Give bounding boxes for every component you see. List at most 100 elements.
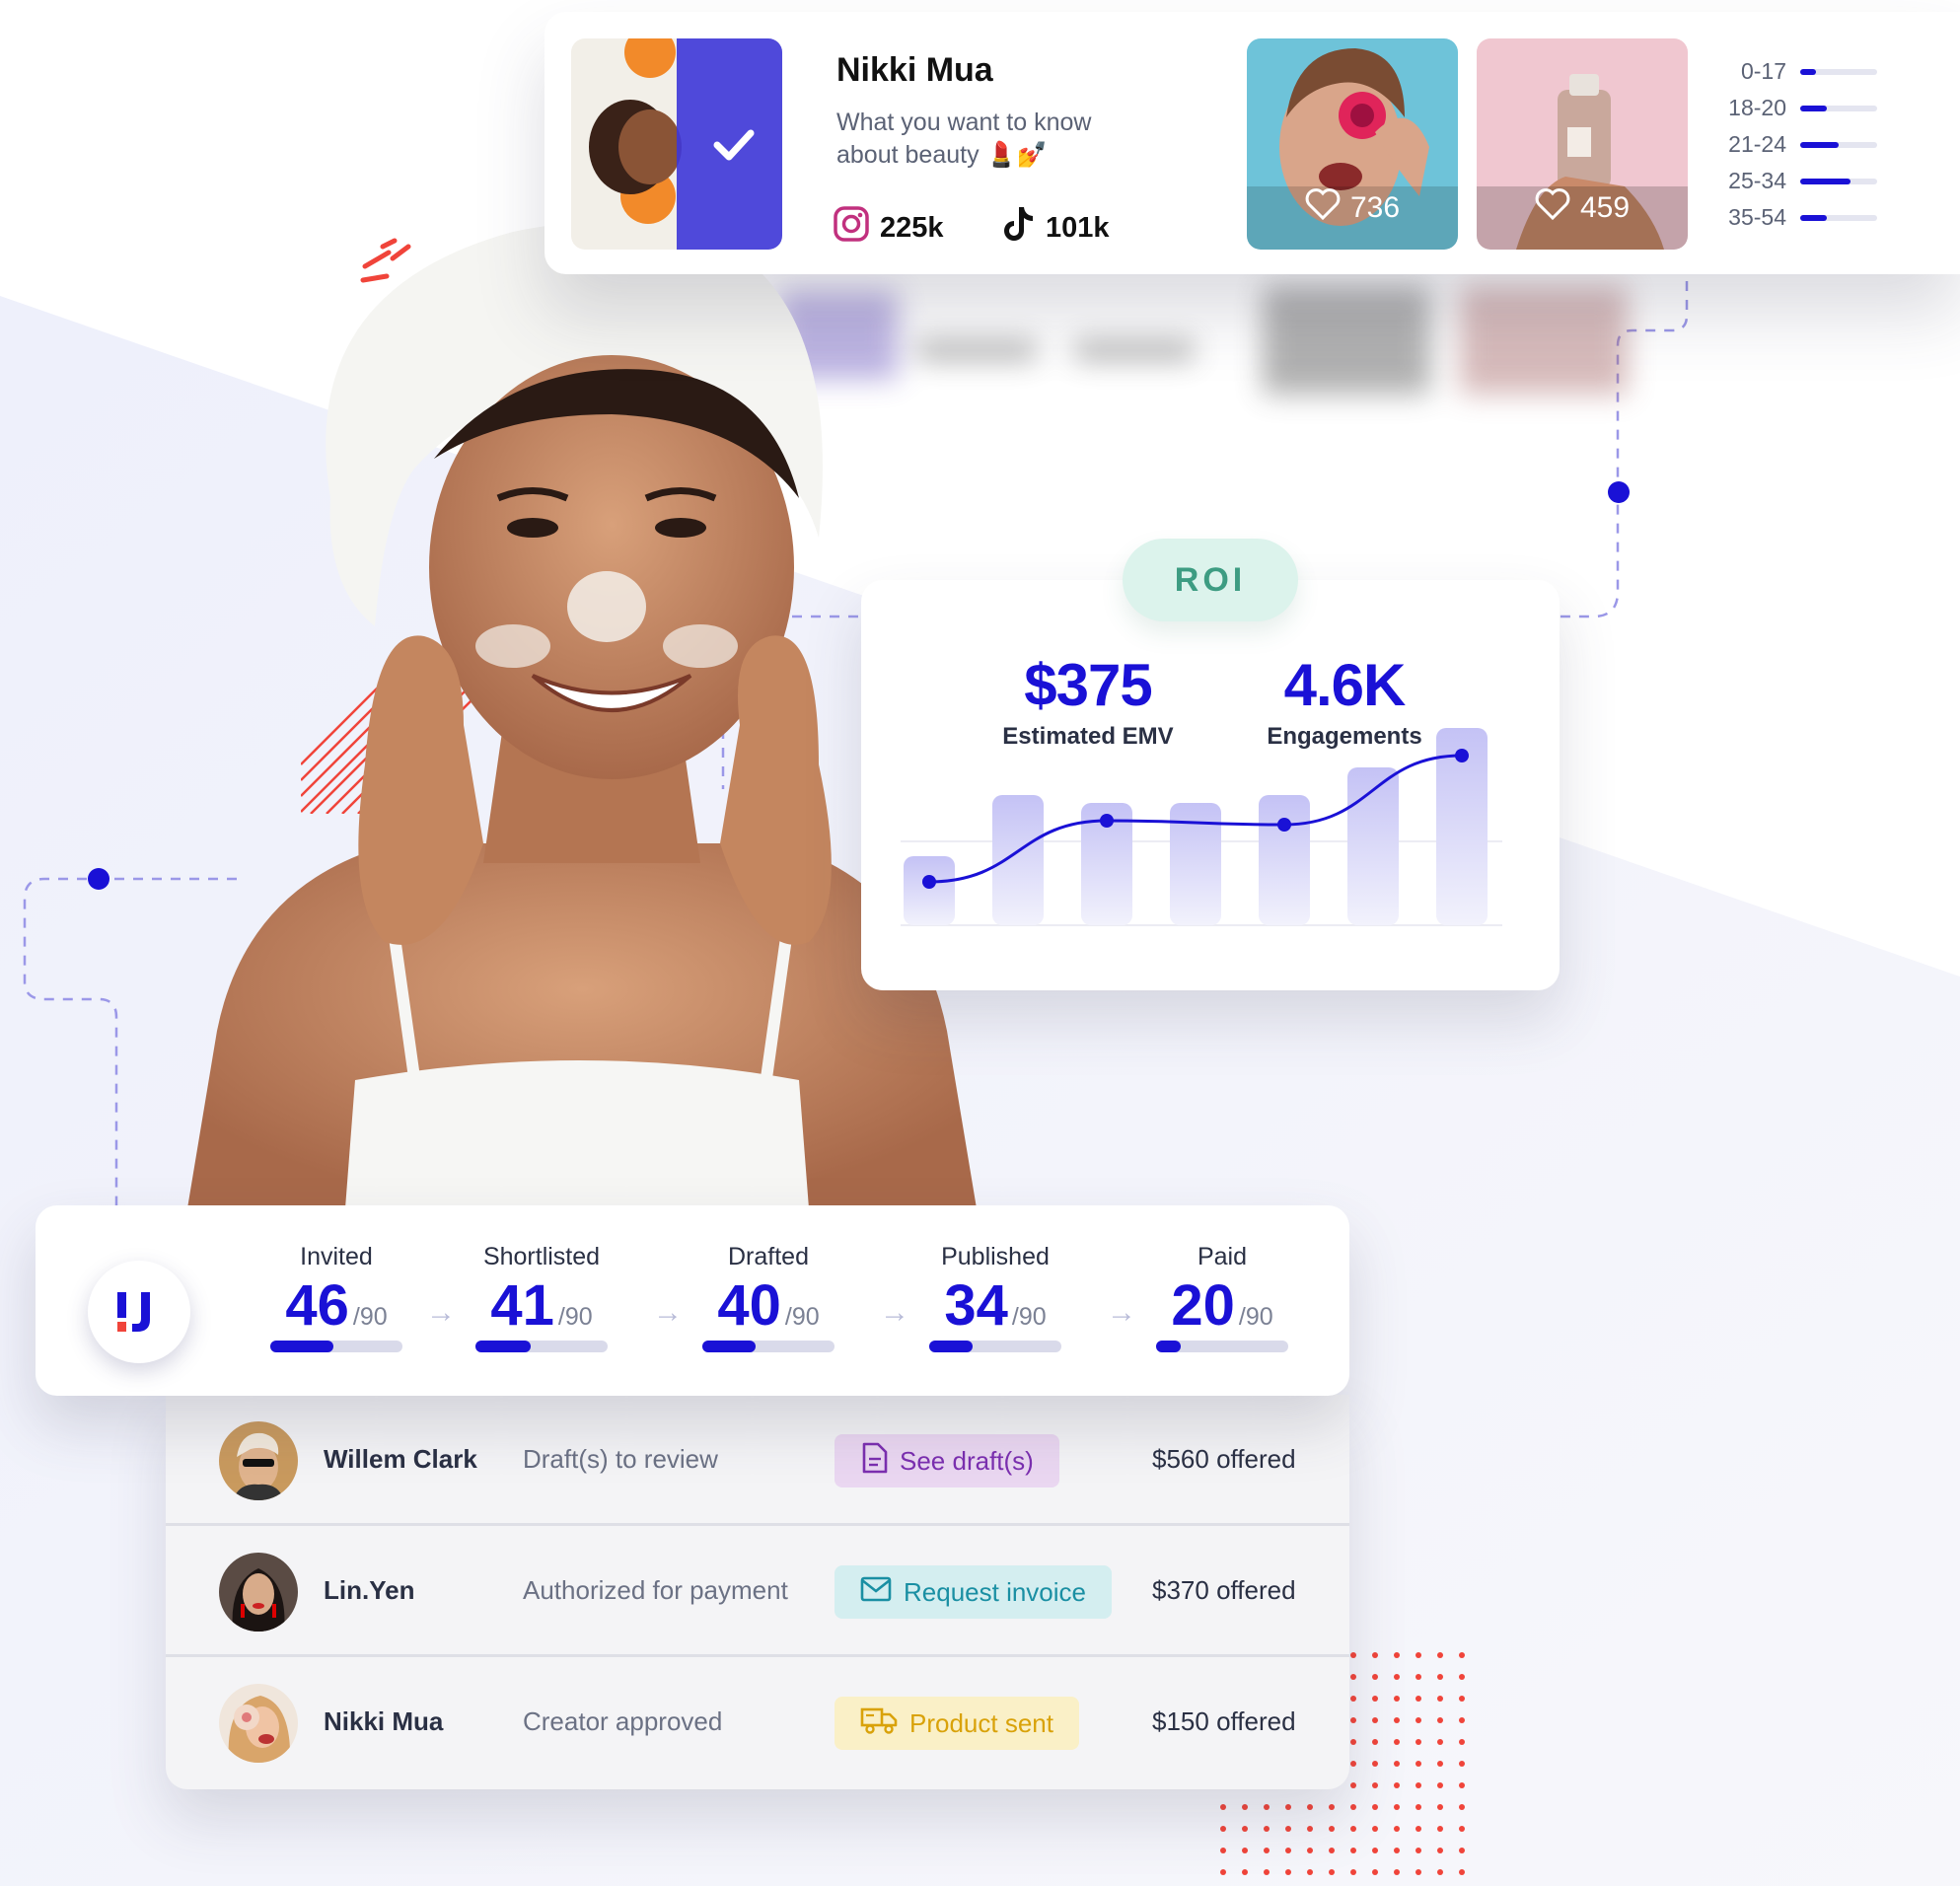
creator-status: Creator approved <box>523 1706 723 1736</box>
offer-amount: $560 offered <box>1152 1444 1296 1474</box>
age-group-bar <box>1800 105 1877 111</box>
arrow-right-icon: → <box>426 1296 456 1329</box>
age-group-row: 25-34 <box>1723 163 1877 199</box>
product-sent-button[interactable]: Product sent <box>835 1697 1079 1750</box>
age-group-label: 0-17 <box>1740 58 1786 84</box>
stage-shortlisted[interactable]: Shortlisted 41/90 <box>474 1243 609 1352</box>
mail-icon <box>860 1576 892 1609</box>
age-group-label: 35-54 <box>1728 204 1786 230</box>
heart-icon <box>1535 188 1570 228</box>
stage-count: 34 <box>944 1273 1008 1338</box>
brand-logo <box>88 1261 190 1363</box>
profile-bio: What you want to know about beauty 💄💅 <box>836 109 1092 169</box>
stage-total: /90 <box>352 1303 388 1331</box>
age-group-label: 21-24 <box>1728 131 1786 157</box>
creators-table: Willem Clark Draft(s) to review See draf… <box>166 1395 1349 1789</box>
stage-total: /90 <box>784 1303 820 1331</box>
instagram-stat[interactable]: 225k <box>833 205 944 251</box>
instagram-icon <box>833 205 870 251</box>
stage-paid[interactable]: Paid 20/90 <box>1155 1243 1289 1352</box>
stage-count: 41 <box>490 1273 554 1338</box>
roi-card[interactable]: $375 Estimated EMV 4.6K Engagements <box>861 580 1560 990</box>
offer-amount: $370 offered <box>1152 1575 1296 1605</box>
document-icon <box>860 1442 888 1481</box>
post-likes: 736 <box>1247 188 1458 228</box>
emv-value: $375 <box>1024 652 1152 718</box>
roi-point <box>1100 814 1114 828</box>
tiktok-stat[interactable]: 101k <box>1002 205 1110 251</box>
roi-bar <box>1259 795 1310 925</box>
profile-name: Nikki Mua <box>836 51 993 89</box>
stage-count: 20 <box>1171 1273 1235 1338</box>
age-group-bar <box>1800 178 1877 184</box>
arrow-right-icon: → <box>1107 1296 1136 1329</box>
logo-icon <box>117 1292 150 1332</box>
stage-count: 40 <box>717 1273 781 1338</box>
creator-name[interactable]: Nikki Mua <box>324 1706 443 1737</box>
stage-progress-bar <box>1156 1341 1288 1352</box>
offer-amount: $150 offered <box>1152 1706 1296 1736</box>
arrow-right-icon: → <box>653 1296 683 1329</box>
see-drafts-button[interactable]: See draft(s) <box>835 1434 1059 1487</box>
creator-name[interactable]: Lin.Yen <box>324 1575 414 1606</box>
stage-total: /90 <box>1238 1303 1273 1331</box>
stage-published[interactable]: Published 34/90 <box>928 1243 1062 1352</box>
stage-label: Shortlisted <box>482 1243 601 1270</box>
stage-label: Drafted <box>728 1243 809 1270</box>
stage-label: Published <box>941 1243 1050 1270</box>
creator-status: Draft(s) to review <box>523 1444 718 1474</box>
avatar <box>219 1684 298 1763</box>
table-row[interactable]: Nikki Mua Creator approved Product sent … <box>166 1657 1349 1788</box>
roi-badge: ROI <box>1123 539 1298 621</box>
tiktok-icon <box>1002 205 1036 251</box>
roi-point <box>1455 749 1469 762</box>
creator-status: Authorized for payment <box>523 1575 788 1605</box>
profile-avatar[interactable] <box>571 38 782 250</box>
age-group-bar <box>1800 68 1877 75</box>
heart-icon <box>1305 188 1341 228</box>
stage-progress-bar <box>702 1341 835 1352</box>
stage-drafted[interactable]: Drafted 40/90 <box>701 1243 835 1352</box>
table-row[interactable]: Willem Clark Draft(s) to review See draf… <box>166 1395 1349 1526</box>
influencer-profile-card[interactable]: Nikki Mua What you want to know about be… <box>544 12 1960 274</box>
age-group-row: 35-54 <box>1723 199 1877 236</box>
stage-total: /90 <box>1011 1303 1047 1331</box>
roi-bar-chart <box>901 728 1502 926</box>
roi-bar <box>904 856 955 925</box>
tiktok-followers: 101k <box>1046 211 1110 244</box>
age-group-row: 18-20 <box>1723 90 1877 126</box>
avatar <box>219 1553 298 1632</box>
stage-label: Invited <box>300 1243 373 1270</box>
roi-point <box>1277 818 1291 832</box>
request-invoice-button[interactable]: Request invoice <box>835 1565 1112 1619</box>
stage-invited[interactable]: Invited 46/90 <box>269 1243 403 1352</box>
avatar <box>219 1421 298 1500</box>
action-label: Product sent <box>909 1707 1053 1738</box>
age-group-bar <box>1800 214 1877 221</box>
stage-progress-bar <box>929 1341 1061 1352</box>
campaign-pipeline-card[interactable]: Invited 46/90 → Shortlisted 41/90 → Draf… <box>36 1205 1349 1396</box>
age-group-label: 18-20 <box>1728 95 1786 120</box>
stage-count: 46 <box>285 1273 349 1338</box>
action-label: Request invoice <box>904 1576 1086 1607</box>
age-group-row: 0-17 <box>1723 53 1877 90</box>
roi-point <box>922 875 936 889</box>
truck-icon <box>860 1705 898 1742</box>
arrow-right-icon: → <box>880 1296 909 1329</box>
stage-label: Paid <box>1197 1243 1248 1270</box>
instagram-followers: 225k <box>880 211 944 244</box>
post-likes: 459 <box>1477 188 1688 228</box>
audience-age-breakdown: 0-17 18-20 21-24 25-34 35-54 <box>1723 53 1877 236</box>
stage-progress-bar <box>475 1341 608 1352</box>
table-row[interactable]: Lin.Yen Authorized for payment Request i… <box>166 1526 1349 1657</box>
stage-progress-bar <box>270 1341 402 1352</box>
post-thumbnail[interactable]: 736 <box>1247 38 1458 250</box>
creator-name[interactable]: Willem Clark <box>324 1444 477 1475</box>
stage-total: /90 <box>557 1303 593 1331</box>
likes-count: 459 <box>1579 191 1631 224</box>
post-thumbnail[interactable]: 459 <box>1477 38 1688 250</box>
age-group-bar <box>1800 141 1877 148</box>
age-group-row: 21-24 <box>1723 126 1877 163</box>
likes-count: 736 <box>1349 191 1401 224</box>
action-label: See draft(s) <box>900 1445 1034 1476</box>
